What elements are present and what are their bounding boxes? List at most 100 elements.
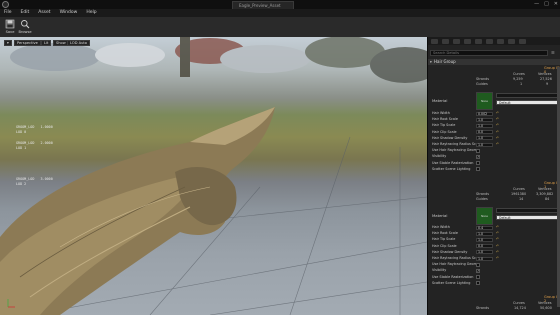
close-button[interactable]: ✕ [554, 1, 558, 7]
panel-tab[interactable] [431, 39, 438, 44]
reset-to-default-icon[interactable]: ↶ [496, 256, 499, 261]
hair-group-label: Hair Group [434, 59, 456, 64]
panel-tab[interactable] [486, 39, 493, 44]
property-row: Use Stable Rasterization [428, 161, 560, 166]
property-value-input[interactable]: 1.0 [476, 142, 493, 147]
property-checkbox[interactable] [476, 281, 480, 286]
perspective-label: Perspective [17, 41, 38, 45]
property-row: Visibility ✓ [428, 268, 560, 273]
hair-group-section[interactable]: ▾ Hair Group [428, 59, 560, 65]
material-thumbnail[interactable]: None [476, 92, 493, 110]
asset-tab[interactable]: Eagle_Preview_Asset [232, 1, 294, 9]
material-picker[interactable] [496, 93, 560, 98]
material-slot-value: Default [499, 101, 511, 105]
reset-to-default-icon[interactable]: ↶ [496, 244, 499, 249]
property-label: Hair Root Scale [432, 231, 458, 236]
property-value-input[interactable]: 0.4 [476, 225, 493, 230]
reset-to-default-icon[interactable]: ↶ [496, 142, 499, 147]
menu-window[interactable]: Window [60, 9, 78, 17]
property-label: Visibility [432, 268, 447, 273]
reset-to-default-icon[interactable]: ↶ [496, 231, 499, 236]
property-checkbox[interactable]: ✓ [476, 154, 480, 159]
property-row: Hair Shadow Density 1.0 ↶ [428, 136, 560, 141]
reset-to-default-icon[interactable]: ↶ [496, 237, 499, 242]
lod-button[interactable]: LOD Auto [67, 40, 90, 46]
perspective-button[interactable]: Perspective [14, 40, 41, 46]
property-label: Hair Width [432, 111, 450, 115]
property-row: Scatter Scene Lighting [428, 167, 560, 172]
reset-to-default-icon[interactable]: ↶ [496, 111, 499, 116]
reset-to-default-icon[interactable]: ↶ [496, 117, 499, 122]
vertices-header: Vertices [538, 72, 552, 76]
reset-to-default-icon[interactable]: ↶ [496, 123, 499, 128]
property-value-input[interactable]: 1.0 [476, 136, 493, 141]
property-label: Use Hair Raytracing Geom [432, 148, 477, 153]
property-row: Hair Clip Scale 0.0 ↶ [428, 244, 560, 249]
property-value-input[interactable]: 1.0 [476, 123, 493, 128]
property-value-input[interactable]: 0.0 [476, 130, 493, 135]
menu-asset[interactable]: Asset [38, 9, 50, 17]
stat-sub: LOD 2 [16, 182, 27, 186]
property-value-input[interactable]: 1.0 [476, 250, 493, 255]
property-row: Use Hair Raytracing Geom [428, 262, 560, 267]
property-label: Visibility [432, 154, 447, 159]
window-controls: — □ ✕ [534, 1, 558, 7]
property-checkbox[interactable] [476, 262, 480, 267]
property-checkbox[interactable] [476, 275, 480, 280]
material-slot-dropdown[interactable]: Default [496, 215, 560, 220]
strands-vertices: 27,526 [540, 77, 552, 81]
property-checkbox[interactable] [476, 167, 480, 172]
guides-curves: 14 [519, 197, 524, 201]
browse-button[interactable]: Browse [18, 19, 32, 35]
property-label: Use Hair Raytracing Geom [432, 262, 477, 267]
property-label: Hair Root Scale [432, 117, 458, 122]
view-options-icon[interactable]: ☰ [551, 50, 558, 56]
property-value-input[interactable]: 1.0 [476, 256, 493, 261]
property-value-input[interactable]: 1.0 [476, 117, 493, 122]
property-checkbox[interactable] [476, 161, 480, 166]
property-value-input[interactable]: 1.0 [476, 231, 493, 236]
lod-label: LOD Auto [70, 41, 87, 45]
property-row: Visibility ✓ [428, 154, 560, 159]
menu-file[interactable]: File [4, 9, 12, 17]
panel-tab[interactable] [464, 39, 471, 44]
property-label: Hair Width [432, 225, 450, 229]
property-label: Hair Clip Scale [432, 243, 457, 248]
reset-to-default-icon[interactable]: ↶ [496, 136, 499, 141]
lit-button[interactable]: Lit [41, 40, 52, 46]
vertices-header: Vertices [538, 187, 552, 191]
save-button[interactable]: Save [3, 19, 17, 35]
eagle-groom-model [0, 107, 275, 315]
toolbar: Save Browse [0, 17, 560, 38]
material-slot-dropdown[interactable]: Default [496, 100, 560, 105]
minimize-button[interactable]: — [534, 1, 539, 7]
menu-edit[interactable]: Edit [21, 9, 30, 17]
material-picker[interactable] [496, 208, 560, 213]
property-value-input[interactable]: 0.0 [476, 244, 493, 249]
reset-to-default-icon[interactable]: ↶ [496, 225, 499, 230]
maximize-button[interactable]: □ [544, 1, 549, 7]
property-checkbox[interactable] [476, 148, 480, 153]
panel-tab[interactable] [508, 39, 515, 44]
property-row: Hair Root Scale 1.0 ↶ [428, 117, 560, 122]
reset-to-default-icon[interactable]: ↶ [496, 130, 499, 135]
panel-tab[interactable] [497, 39, 504, 44]
panel-tab[interactable] [442, 39, 449, 44]
property-value-input[interactable]: 0.002 [476, 111, 493, 116]
panel-tab[interactable] [475, 39, 482, 44]
menu-help[interactable]: Help [86, 9, 96, 17]
material-thumbnail[interactable]: None [476, 207, 493, 225]
panel-tab[interactable] [453, 39, 460, 44]
property-checkbox[interactable]: ✓ [476, 268, 480, 273]
property-value-input[interactable]: 1.0 [476, 237, 493, 242]
property-row: Hair Raytracing Radius Sc 1.0 ↶ [428, 142, 560, 147]
viewport-options-button[interactable]: ▾ [4, 40, 12, 46]
details-search-input[interactable]: Search Details [430, 50, 548, 56]
reset-to-default-icon[interactable]: ↶ [496, 250, 499, 255]
property-row: Hair Shadow Density 1.0 ↶ [428, 250, 560, 255]
title-bar: Eagle_Preview_Asset — □ ✕ [0, 0, 560, 9]
material-label: Material [432, 98, 448, 103]
preview-viewport[interactable]: ▾ Perspective Lit Show LOD Auto GROOM_LO… [0, 37, 427, 315]
panel-tab[interactable] [519, 39, 526, 44]
property-label: Scatter Scene Lighting [432, 166, 471, 171]
